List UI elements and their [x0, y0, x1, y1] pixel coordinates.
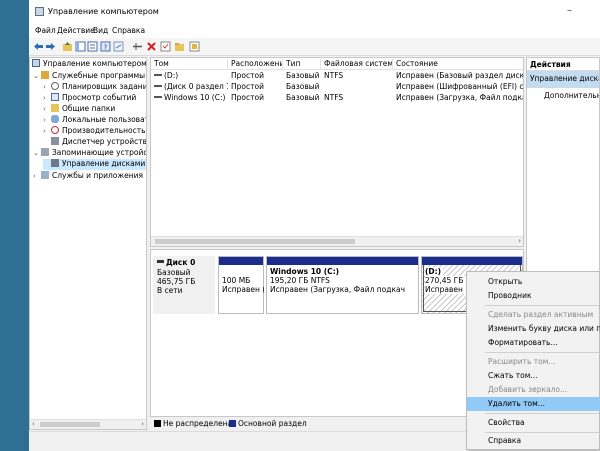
- actions-more[interactable]: Дополнительн: [544, 91, 599, 100]
- context-menu: Открыть Проводник Сделать раздел активны…: [466, 271, 600, 450]
- disk-management-icon: [51, 159, 59, 167]
- volume-icon: [154, 74, 162, 76]
- tree-item-task-scheduler[interactable]: › Планировщик заданий: [43, 82, 146, 93]
- disk-icon: [157, 260, 164, 263]
- scroll-right-icon[interactable]: ›: [141, 420, 144, 428]
- menu-separator: [485, 413, 599, 414]
- primary-partition-swatch: [229, 420, 236, 427]
- event-viewer-icon: [51, 93, 59, 101]
- toolbar: ?: [29, 38, 600, 56]
- volume-list-header: Том Расположение Тип Файловая система Со…: [151, 58, 523, 70]
- scroll-left-icon[interactable]: ‹: [32, 420, 35, 428]
- device-manager-icon: [51, 137, 59, 145]
- legend-primary: Основной раздел: [238, 419, 307, 428]
- tree-item-shared-folders[interactable]: › Общие папки: [43, 104, 115, 115]
- storage-icon: [41, 148, 49, 156]
- clock-icon: [51, 82, 59, 90]
- wizard-icon[interactable]: [189, 41, 200, 52]
- refresh-icon[interactable]: [113, 41, 124, 52]
- properties-icon[interactable]: [87, 41, 98, 52]
- menu-separator: [485, 352, 599, 353]
- disk-0-info[interactable]: Диск 0 Базовый 465,75 ГБ В сети: [153, 256, 215, 314]
- tree-horizontal-scrollbar[interactable]: ‹ ›: [30, 419, 146, 429]
- menu-item-change-drive-letter[interactable]: Изменить букву диска или путь к: [467, 322, 600, 336]
- console-tree-icon[interactable]: [75, 41, 86, 52]
- forward-arrow-icon[interactable]: [45, 41, 56, 52]
- menu-item-explorer[interactable]: Проводник: [467, 289, 600, 303]
- disk-type: Базовый: [157, 268, 191, 277]
- menu-help[interactable]: Справка: [112, 26, 145, 35]
- volume-list-horizontal-scrollbar[interactable]: ›: [151, 236, 523, 246]
- partition-c[interactable]: Windows 10 (C:) 195,20 ГБ NTFS Исправен …: [266, 256, 419, 314]
- tree-item-performance[interactable]: › Производительность: [43, 126, 146, 137]
- menu-file[interactable]: Файл: [35, 26, 56, 35]
- window-title: Управление компьютером: [48, 7, 159, 16]
- console-tree: Управление компьютером (л ⌄ Служебные про…: [29, 57, 147, 430]
- menu-action[interactable]: Действие: [57, 26, 95, 35]
- tree-item-local-users[interactable]: › Локальные пользоват: [43, 115, 146, 126]
- menu-item-extend-volume[interactable]: Расширить том...: [467, 355, 600, 369]
- up-folder-icon[interactable]: [62, 41, 73, 52]
- disk-status: В сети: [157, 286, 183, 295]
- column-filesystem[interactable]: Файловая система: [321, 59, 393, 69]
- services-icon: [41, 171, 49, 179]
- computer-icon: [32, 59, 40, 67]
- column-volume[interactable]: Том: [151, 59, 228, 69]
- help-icon[interactable]: ?: [100, 41, 111, 52]
- tools-icon: [41, 71, 49, 79]
- title-bar: Управление компьютером –: [29, 0, 600, 24]
- legend-unallocated: Не распределена: [163, 419, 233, 428]
- delete-icon[interactable]: [146, 41, 157, 52]
- tree-item-services-apps[interactable]: › Службы и приложения: [33, 171, 143, 182]
- scrollbar-thumb[interactable]: [40, 422, 100, 427]
- back-arrow-icon[interactable]: [33, 41, 44, 52]
- menu-item-add-mirror[interactable]: Добавить зеркало...: [467, 383, 600, 397]
- menu-item-shrink-volume[interactable]: Сжать том...: [467, 369, 600, 383]
- tree-item-system-tools[interactable]: ⌄ Служебные программы: [33, 71, 145, 82]
- menu-item-help[interactable]: Справка: [467, 434, 600, 448]
- disk-size: 465,75 ГБ: [157, 277, 196, 286]
- tree-root[interactable]: Управление компьютером (л: [32, 59, 146, 70]
- actions-disk-management[interactable]: Управление дискам: [527, 71, 599, 88]
- menu-item-format[interactable]: Форматировать...: [467, 336, 600, 350]
- menu-separator: [485, 305, 599, 306]
- computer-management-icon: [35, 7, 44, 16]
- menu-item-delete-volume[interactable]: Удалить том...: [467, 397, 600, 411]
- actions-header: Действия: [527, 58, 599, 71]
- tree-item-disk-management[interactable]: Управление дисками: [43, 159, 146, 170]
- minimize-button[interactable]: –: [567, 5, 572, 16]
- shared-folder-icon: [51, 104, 59, 112]
- volume-icon: [154, 96, 162, 98]
- volume-list: Том Расположение Тип Файловая система Со…: [150, 57, 524, 247]
- table-row[interactable]: Windows 10 (C:) Простой Базовый NTFS Исп…: [151, 92, 523, 103]
- table-row[interactable]: (D:) Простой Базовый NTFS Исправен (Базо…: [151, 70, 523, 81]
- column-type[interactable]: Тип: [283, 59, 321, 69]
- menu-item-mark-active[interactable]: Сделать раздел активным: [467, 308, 600, 322]
- column-status[interactable]: Состояние: [393, 59, 523, 69]
- menu-view[interactable]: Вид: [93, 26, 108, 35]
- checklist-icon[interactable]: [160, 41, 171, 52]
- column-layout[interactable]: Расположение: [228, 59, 283, 69]
- menu-item-open[interactable]: Открыть: [467, 275, 600, 289]
- performance-icon: [51, 126, 59, 134]
- folder-open-icon[interactable]: [174, 41, 185, 52]
- menu-item-properties[interactable]: Свойства: [467, 416, 600, 430]
- disk-name: Диск 0: [166, 258, 196, 267]
- svg-text:?: ?: [104, 44, 108, 52]
- tree-item-device-manager[interactable]: Диспетчер устройств: [43, 137, 146, 148]
- table-row[interactable]: (Диск 0 раздел 1) Простой Базовый Исправ…: [151, 81, 523, 92]
- connect-icon[interactable]: [132, 41, 143, 52]
- menu-bar: Файл Действие Вид Справка: [29, 24, 600, 38]
- tree-item-event-viewer[interactable]: › Просмотр событий: [43, 93, 136, 104]
- scroll-right-icon[interactable]: ›: [518, 237, 521, 245]
- tree-item-storage[interactable]: ⌄ Запоминающие устройст: [33, 148, 146, 159]
- partition-efi[interactable]: 100 МБ Исправен (: [218, 256, 264, 314]
- users-icon: [51, 115, 59, 123]
- scrollbar-thumb[interactable]: [155, 239, 355, 244]
- volume-icon: [154, 85, 162, 87]
- unallocated-swatch: [154, 420, 161, 427]
- menu-separator: [485, 432, 599, 433]
